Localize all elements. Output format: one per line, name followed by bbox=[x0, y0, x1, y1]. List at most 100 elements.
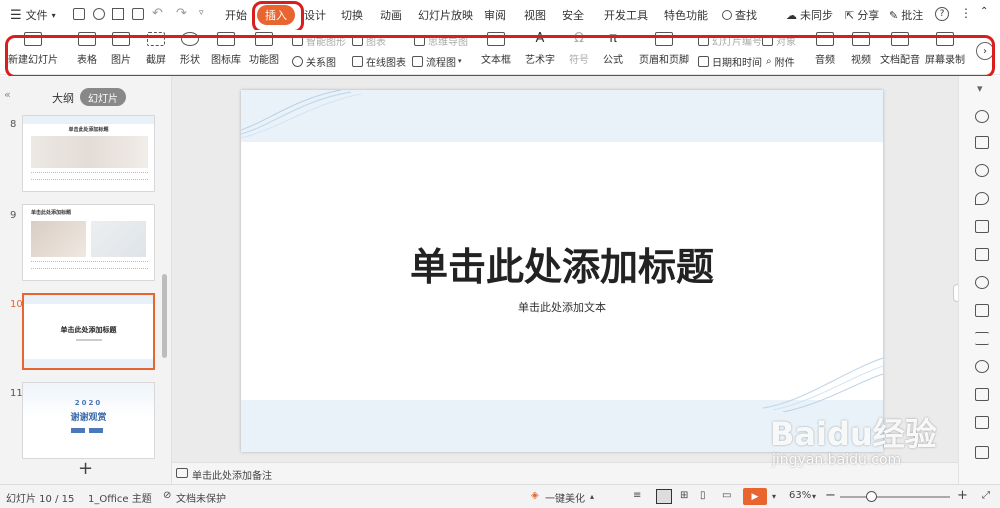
chevron-up-icon[interactable]: ▴ bbox=[590, 492, 594, 501]
slide-number-10: 10 bbox=[10, 299, 23, 310]
zoom-slider-handle[interactable] bbox=[866, 491, 877, 502]
search-icon bbox=[722, 10, 732, 20]
tab-developer[interactable]: 开发工具 bbox=[604, 7, 648, 23]
notes-toggle-icon[interactable]: ≡ bbox=[633, 490, 641, 501]
sync-label: 未同步 bbox=[800, 9, 833, 22]
slide-thumbnail-8[interactable]: 单击此处添加标题 bbox=[22, 115, 155, 192]
copy-icon[interactable] bbox=[975, 136, 989, 149]
thumb-title: 谢谢观赏 bbox=[70, 413, 107, 423]
tab-home[interactable]: 开始 bbox=[225, 7, 247, 23]
zoom-level[interactable]: 63% bbox=[789, 490, 811, 501]
more-icon[interactable]: ⋮ bbox=[960, 6, 972, 20]
hamburger-icon: ☰ bbox=[10, 7, 22, 23]
theme-name[interactable]: 1_Office 主题 bbox=[88, 490, 152, 505]
slide-number-11: 11 bbox=[10, 388, 23, 399]
insert-tab-highlight bbox=[252, 1, 304, 33]
undo-icon[interactable]: ↶ bbox=[152, 6, 163, 21]
add-slide-icon[interactable]: + bbox=[78, 458, 93, 479]
thumb-image bbox=[31, 136, 148, 168]
reading-view-icon[interactable]: ▯ bbox=[700, 490, 706, 501]
thumb-image bbox=[31, 221, 86, 257]
chevron-down-icon: ▾ bbox=[51, 10, 56, 20]
notes-placeholder: 单击此处添加备注 bbox=[192, 471, 272, 482]
collapse-ribbon-icon[interactable]: ⌃ bbox=[980, 6, 988, 17]
tab-slides[interactable]: 幻灯片 bbox=[80, 88, 126, 106]
thumb-button-shape bbox=[89, 428, 103, 433]
tab-review[interactable]: 审阅 bbox=[484, 7, 506, 23]
more-tools-icon[interactable]: ▾ bbox=[977, 82, 983, 95]
print-icon[interactable] bbox=[112, 8, 124, 20]
star-icon[interactable] bbox=[975, 110, 989, 123]
slide-number-8: 8 bbox=[10, 119, 17, 130]
shape-tool-icon[interactable] bbox=[975, 164, 989, 177]
layers-icon[interactable] bbox=[975, 416, 989, 429]
play-options-chevron-icon[interactable]: ▾ bbox=[772, 492, 776, 501]
export-icon[interactable] bbox=[93, 8, 105, 20]
right-toolbar: ▾ bbox=[958, 76, 1000, 484]
find-label: 查找 bbox=[735, 9, 757, 22]
table-tool-icon[interactable] bbox=[975, 248, 989, 261]
zoom-chevron-icon[interactable]: ▾ bbox=[812, 492, 816, 501]
notes-icon bbox=[176, 468, 188, 478]
tab-slideshow[interactable]: 幻灯片放映 bbox=[418, 7, 473, 23]
grid-view-icon[interactable]: ⊞ bbox=[680, 490, 688, 501]
thumb-title: 单击此处添加标题 bbox=[68, 127, 109, 133]
play-slideshow-button[interactable]: ▶ bbox=[743, 488, 767, 505]
layout-icon[interactable] bbox=[975, 220, 989, 233]
tab-animation[interactable]: 动画 bbox=[380, 7, 402, 23]
tab-view[interactable]: 视图 bbox=[524, 7, 546, 23]
cloud-icon: ☁ bbox=[786, 8, 797, 22]
current-slide[interactable]: 单击此处添加标题 单击此处添加文本 bbox=[241, 90, 883, 452]
customize-icon[interactable]: ▿ bbox=[199, 8, 204, 18]
tab-transition[interactable]: 切换 bbox=[341, 7, 363, 23]
wave-decoration-top bbox=[241, 90, 361, 139]
beautify-icon: ◈ bbox=[531, 490, 539, 501]
panel-scrollbar[interactable] bbox=[162, 274, 167, 358]
collapse-panel-icon[interactable]: « bbox=[4, 88, 11, 101]
thumb-button-shape bbox=[71, 428, 85, 433]
share-label: 分享 bbox=[857, 9, 880, 22]
tab-outline[interactable]: 大纲 bbox=[52, 90, 74, 106]
text-style-icon[interactable] bbox=[975, 360, 989, 373]
slide-thumbnail-9[interactable]: 单击此处添加标题 bbox=[22, 204, 155, 281]
menu-bar: ☰ 文件 ▾ ↶ ↷ ▿ 开始 插入 设计 切换 动画 幻灯片放映 审阅 视图 … bbox=[0, 0, 1000, 30]
slide-counter: 幻灯片 10 / 15 bbox=[6, 494, 75, 505]
redo-icon[interactable]: ↷ bbox=[176, 6, 187, 21]
share-icon: ⇱ bbox=[845, 8, 855, 22]
normal-view-icon[interactable] bbox=[656, 489, 672, 504]
baidu-logo-text: Baidu经验 bbox=[770, 415, 937, 453]
slide-title[interactable]: 单击此处添加标题 bbox=[241, 236, 883, 291]
presenter-view-icon[interactable]: ▭ bbox=[722, 490, 731, 501]
sync-status[interactable]: ☁ 未同步 bbox=[786, 7, 833, 23]
save-icon[interactable] bbox=[73, 8, 85, 20]
slide-subtitle[interactable]: 单击此处添加文本 bbox=[241, 299, 883, 315]
thumb-band bbox=[24, 295, 153, 304]
thumb-image bbox=[91, 221, 146, 257]
shield-icon: ⊘ bbox=[163, 490, 172, 501]
comment-button[interactable]: ✎ 批注 bbox=[889, 7, 923, 23]
window-icon[interactable] bbox=[975, 446, 989, 459]
find-button[interactable]: 查找 bbox=[722, 7, 757, 23]
preview-icon[interactable] bbox=[132, 8, 144, 20]
export-tool-icon[interactable] bbox=[975, 388, 989, 401]
bar-chart-icon[interactable] bbox=[975, 304, 989, 317]
beautify-button[interactable]: 一键美化 bbox=[545, 490, 585, 505]
zoom-in-icon[interactable]: + bbox=[957, 488, 968, 503]
share-button[interactable]: ⇱ 分享 bbox=[845, 7, 879, 23]
zoom-out-icon[interactable]: − bbox=[825, 488, 836, 503]
tab-security[interactable]: 安全 bbox=[562, 7, 584, 23]
tab-special-features[interactable]: 特色功能 bbox=[664, 7, 708, 23]
protection-status[interactable]: 文档未保护 bbox=[176, 490, 226, 505]
help-icon[interactable]: ? bbox=[935, 7, 949, 21]
image-tool-icon[interactable] bbox=[975, 276, 989, 289]
slide-thumbnail-11[interactable]: 2020 谢谢观赏 bbox=[22, 382, 155, 459]
zoom-slider-track[interactable] bbox=[840, 496, 950, 498]
location-icon[interactable] bbox=[975, 192, 989, 205]
tab-design[interactable]: 设计 bbox=[304, 7, 326, 23]
thumb-title: 单击此处添加标题 bbox=[60, 326, 117, 334]
fit-window-icon[interactable]: ⤢ bbox=[982, 490, 990, 501]
file-menu[interactable]: ☰ 文件 ▾ bbox=[10, 7, 56, 23]
slide-thumbnail-10[interactable]: 单击此处添加标题 bbox=[22, 293, 155, 370]
settings-sliders-icon[interactable] bbox=[975, 332, 989, 345]
status-bar: 幻灯片 10 / 15 1_Office 主题 ⊘ 文档未保护 ◈ 一键美化 ▴… bbox=[0, 484, 1000, 508]
